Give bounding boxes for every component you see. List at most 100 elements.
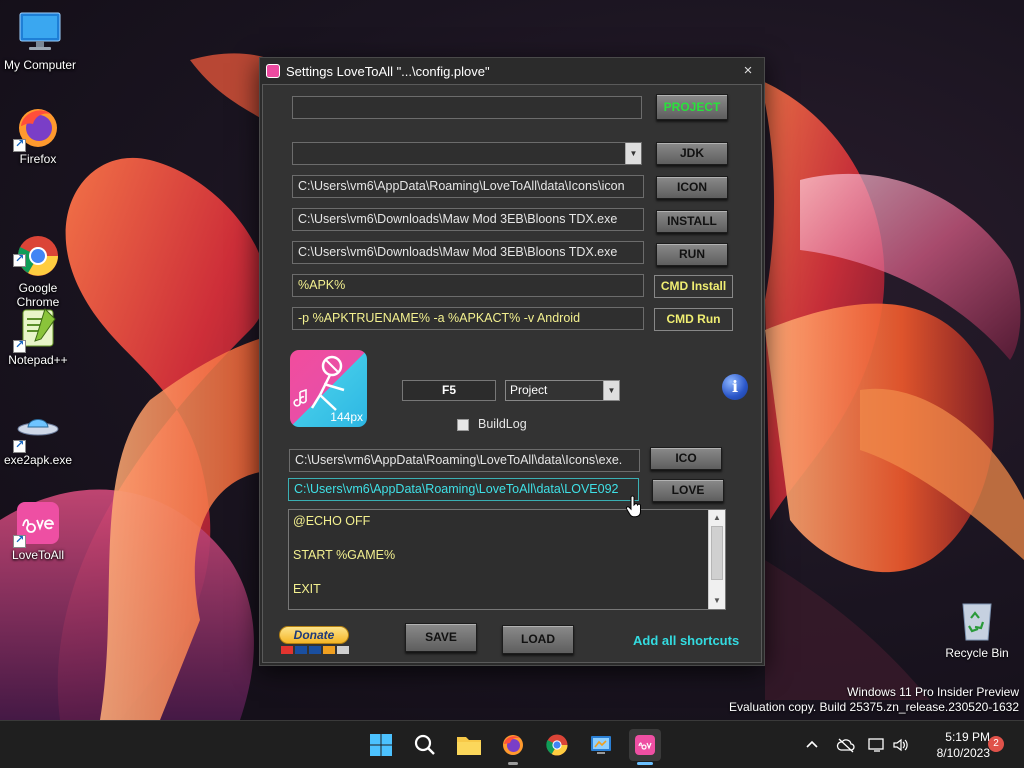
desktop-icon-label: Recycle Bin (945, 646, 1009, 660)
taskbar-chrome[interactable] (541, 729, 573, 761)
project-field[interactable] (292, 96, 642, 119)
desktop-icon-lovetoall[interactable]: LoveToAll (0, 500, 76, 562)
script-line: EXIT (293, 582, 321, 596)
hotkey-field[interactable]: F5 (402, 380, 496, 401)
desktop-icon-label: exe2apk.exe (3, 453, 73, 467)
donate-button[interactable]: Donate (279, 626, 350, 656)
start-button[interactable] (365, 729, 397, 761)
taskbar-control-panel[interactable] (585, 729, 617, 761)
donate-label: Donate (279, 626, 349, 644)
payment-cards-icon (279, 646, 350, 654)
hand-cursor-icon (625, 495, 641, 518)
install-button[interactable]: INSTALL (656, 210, 728, 233)
desktop-icon-exe2apk[interactable]: exe2apk.exe (0, 405, 76, 467)
icon-button[interactable]: ICON (656, 176, 728, 199)
script-editor[interactable]: @ECHO OFF START %GAME% EXIT ▲ ▼ (288, 509, 726, 610)
tray-volume[interactable] (892, 721, 910, 768)
tray-network[interactable] (868, 721, 886, 768)
jdk-button[interactable]: JDK (656, 142, 728, 165)
cmd-run-button[interactable]: CMD Run (654, 308, 733, 331)
scroll-up-icon[interactable]: ▲ (709, 510, 725, 526)
search-icon (414, 734, 435, 755)
evaluation-watermark: Windows 11 Pro Insider Preview Evaluatio… (729, 685, 1019, 715)
buildlog-label: BuildLog (478, 417, 527, 431)
scroll-thumb[interactable] (711, 526, 723, 580)
ico-button[interactable]: ICO (650, 447, 722, 470)
shortcut-arrow-icon (13, 338, 26, 353)
install-path-field[interactable]: C:\Users\vm6\Downloads\Maw Mod 3EB\Bloon… (292, 208, 644, 231)
project-logo[interactable]: 144px (290, 350, 367, 427)
add-all-shortcuts-link[interactable]: Add all shortcuts (633, 633, 739, 648)
lovetoall-icon (13, 500, 61, 548)
chevron-down-icon[interactable]: ▼ (603, 381, 619, 400)
desktop-icon-label: My Computer (3, 58, 77, 72)
shortcut-arrow-icon (13, 438, 26, 453)
taskbar-firefox[interactable] (497, 729, 529, 765)
ico-path-field[interactable]: C:\Users\vm6\AppData\Roaming\LoveToAll\d… (289, 449, 640, 472)
desktop-icon-firefox[interactable]: Firefox (0, 104, 76, 166)
cloud-offline-icon (836, 738, 855, 753)
taskbar: 5:19 PM 8/10/2023 (0, 720, 1024, 768)
desktop-icon-notepad-plus-plus[interactable]: Notepad++ (0, 305, 76, 367)
clock-date: 8/10/2023 (936, 746, 990, 760)
control-panel-icon (591, 736, 611, 754)
recycle-bin-icon (957, 598, 997, 642)
network-icon (868, 738, 884, 752)
desktop-icon-label: Notepad++ (8, 353, 68, 367)
mode-select-value: Project (510, 383, 548, 397)
love-path-field[interactable]: C:\Users\vm6\AppData\Roaming\LoveToAll\d… (288, 478, 639, 501)
shortcut-arrow-icon (13, 252, 26, 267)
chrome-icon (13, 219, 61, 276)
logo-size-label: 144px (330, 410, 363, 424)
save-button[interactable]: SAVE (405, 623, 477, 652)
tray-onedrive[interactable] (836, 721, 856, 768)
desktop-icon-label: LoveToAll (11, 548, 65, 562)
chrome-icon (546, 734, 568, 756)
jdk-select[interactable]: ▼ (292, 142, 642, 165)
scroll-down-icon[interactable]: ▼ (709, 593, 725, 609)
firefox-icon (13, 104, 61, 152)
love-button[interactable]: LOVE (652, 479, 724, 502)
icon-path-field[interactable]: C:\Users\vm6\AppData\Roaming\LoveToAll\d… (292, 175, 644, 198)
shortcut-arrow-icon (13, 137, 26, 152)
window-title: Settings LoveToAll "...\config.plove" (286, 63, 490, 79)
script-scrollbar[interactable]: ▲ ▼ (708, 510, 725, 609)
buildlog-checkbox[interactable] (457, 419, 469, 431)
watermark-line2: Evaluation copy. Build 25375.zn_release.… (729, 700, 1019, 714)
running-indicator (508, 762, 518, 765)
window-titlebar[interactable]: Settings LoveToAll "...\config.plove" (260, 58, 764, 84)
info-icon[interactable]: i (722, 374, 748, 400)
run-path-field[interactable]: C:\Users\vm6\Downloads\Maw Mod 3EB\Bloon… (292, 241, 644, 264)
cmd-run-field[interactable]: -p %APKTRUENAME% -a %APKACT% -v Android (292, 307, 644, 330)
speaker-icon (893, 738, 908, 752)
taskbar-lovetoall[interactable] (629, 729, 661, 765)
monitor-icon (17, 10, 63, 56)
chevron-up-icon (806, 740, 818, 748)
notepad-plus-plus-icon (13, 305, 61, 353)
run-button[interactable]: RUN (656, 243, 728, 266)
chevron-down-icon[interactable]: ▼ (625, 143, 641, 164)
ufo-icon (13, 405, 61, 453)
lovetoall-icon (635, 735, 655, 755)
cmd-install-field[interactable]: %APK% (292, 274, 644, 297)
project-button[interactable]: PROJECT (656, 94, 728, 120)
firefox-icon (503, 735, 523, 755)
tray-overflow-button[interactable] (804, 721, 820, 768)
cmd-install-button[interactable]: CMD Install (654, 275, 733, 298)
mode-select[interactable]: Project ▼ (505, 380, 620, 401)
notification-badge[interactable]: 2 (988, 736, 1004, 752)
desktop-icon-my-computer[interactable]: My Computer (2, 10, 78, 72)
close-icon[interactable]: × (740, 62, 756, 79)
shortcut-arrow-icon (13, 533, 26, 548)
taskbar-clock[interactable]: 5:19 PM 8/10/2023 (920, 729, 990, 761)
taskbar-file-explorer[interactable] (453, 729, 485, 761)
script-line: START %GAME% (293, 548, 396, 562)
folder-icon (457, 737, 481, 755)
desktop-icon-recycle-bin[interactable]: Recycle Bin (940, 598, 1014, 660)
windows-icon (370, 734, 392, 756)
app-icon (266, 64, 280, 78)
load-button[interactable]: LOAD (502, 625, 574, 654)
search-button[interactable] (409, 729, 441, 761)
watermark-line1: Windows 11 Pro Insider Preview (847, 685, 1019, 699)
running-indicator (637, 762, 653, 765)
